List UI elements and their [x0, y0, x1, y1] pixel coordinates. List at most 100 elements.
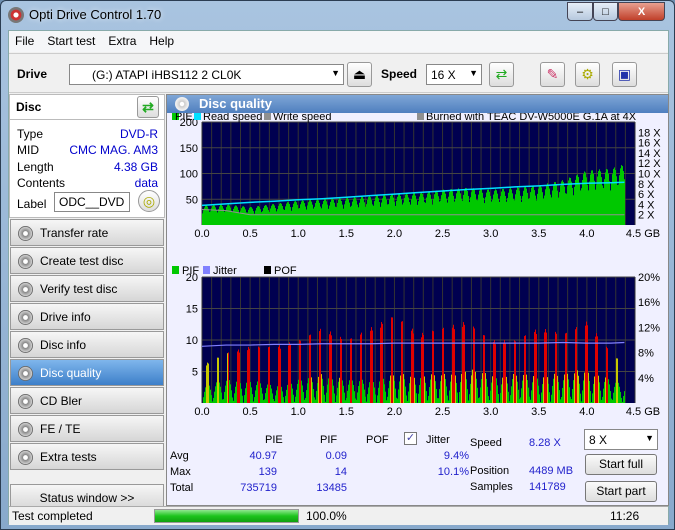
pif-bar	[500, 392, 501, 403]
pif-bar	[378, 387, 379, 403]
pie-bar	[528, 198, 529, 225]
pif-bar	[300, 340, 301, 403]
pie-bar	[254, 213, 255, 225]
pif-bar	[445, 379, 446, 403]
nav-extra-tests[interactable]: Extra tests	[10, 443, 164, 470]
disc-refresh-button[interactable]: ⇄	[137, 96, 159, 118]
pif-bar	[217, 357, 218, 403]
disc-icon	[18, 394, 33, 409]
pif-bar	[565, 333, 566, 403]
pif-bar	[549, 392, 550, 403]
pif-bar	[227, 353, 228, 403]
pif-bar	[391, 317, 392, 403]
pie-bar	[444, 190, 445, 225]
nav-verify-test-disc[interactable]: Verify test disc	[10, 275, 164, 302]
pie-bar	[520, 195, 521, 225]
pif-bar	[531, 390, 532, 403]
pif-bar	[274, 401, 275, 403]
pie-bar	[553, 185, 554, 225]
nav-disc-info[interactable]: Disc info	[10, 331, 164, 358]
pie-bar	[587, 184, 588, 225]
nav-transfer-rate[interactable]: Transfer rate	[10, 219, 164, 246]
pie-bar	[346, 198, 347, 225]
pif-bar	[590, 391, 591, 403]
close-button[interactable]: X	[618, 2, 665, 21]
pif-bar	[464, 324, 465, 403]
pif-bar	[336, 395, 337, 403]
pie-bar	[431, 199, 432, 225]
pie-bar	[389, 199, 390, 225]
pie-bar	[621, 165, 622, 225]
pif-bar	[213, 397, 214, 403]
menu-start-test[interactable]: Start test	[41, 31, 102, 48]
pie-bar	[365, 206, 366, 225]
pie-bar	[404, 197, 405, 225]
pif-bar	[610, 391, 611, 403]
start-full-button[interactable]: Start full	[585, 454, 657, 475]
pie-bar	[406, 193, 407, 225]
pie-bar	[364, 202, 365, 225]
refresh-icon: ⇄	[495, 66, 508, 82]
refresh-button[interactable]: ⇄	[489, 62, 514, 87]
pif-bar	[489, 400, 490, 403]
pif-bar	[352, 380, 353, 403]
pif-bar	[430, 379, 431, 403]
label-input[interactable]: ODC__DVD	[54, 192, 130, 212]
start-part-button[interactable]: Start part	[585, 481, 657, 502]
nav-cd-bler[interactable]: CD Bler	[10, 387, 164, 414]
pif-bar	[232, 397, 233, 403]
pif-bar	[588, 372, 589, 403]
pie-bar	[581, 188, 582, 225]
pif-bar	[325, 401, 326, 403]
nav-drive-info[interactable]: Drive info	[10, 303, 164, 330]
menu-help[interactable]: Help	[143, 31, 181, 48]
pie-bar	[496, 190, 497, 225]
maximize-button[interactable]: □	[593, 2, 618, 21]
erase-button[interactable]: ✎	[540, 62, 565, 87]
nav-create-test-disc[interactable]: Create test disc	[10, 247, 164, 274]
drive-select[interactable]: (G:) ATAPI iHBS112 2 CL0K ▼	[69, 64, 344, 85]
pie-bar	[274, 205, 275, 225]
pif-bar	[618, 382, 619, 403]
pie-bar	[471, 192, 472, 225]
contents-value: data	[134, 176, 158, 190]
nav-label: Disc quality	[40, 366, 102, 380]
pie-bar	[227, 205, 228, 225]
pif-bar	[507, 383, 508, 403]
nav-fe-te[interactable]: FE / TE	[10, 415, 164, 442]
pie-bar	[242, 206, 243, 225]
pif-bar	[579, 383, 580, 403]
eject-button[interactable]: ⏏	[347, 62, 372, 87]
pif-bar	[269, 346, 270, 403]
pif-bar	[594, 376, 595, 403]
pie-bar	[484, 203, 485, 225]
minimize-button[interactable]: –	[567, 2, 593, 21]
pie-bar	[222, 206, 223, 225]
pie-bar	[544, 195, 545, 225]
drive-value: (G:) ATAPI iHBS112 2 CL0K	[92, 68, 242, 82]
settings-button[interactable]: ⚙	[575, 62, 600, 87]
pif-bar	[574, 373, 575, 403]
x-tick-label: 3.5	[531, 406, 546, 418]
speed-select[interactable]: 16 X ▼	[426, 64, 482, 85]
nav-disc-quality[interactable]: Disc quality	[10, 359, 164, 386]
menu-extra[interactable]: Extra	[102, 31, 143, 48]
pie-bar	[248, 209, 249, 225]
pie-bar	[613, 168, 614, 225]
pif-bar	[505, 342, 506, 403]
pie-bar	[530, 192, 531, 225]
pif-bar	[307, 383, 308, 403]
pif-bar	[603, 388, 604, 403]
pie-bar	[615, 170, 616, 225]
label-disc-button[interactable]: ◎	[138, 190, 160, 212]
test-speed-select[interactable]: 8 X ▼	[584, 429, 658, 450]
pie-bar	[283, 209, 284, 225]
pif-bar	[409, 383, 410, 403]
pif-bar	[509, 401, 510, 403]
pif-bar	[211, 395, 212, 403]
save-button[interactable]: ▣	[612, 62, 637, 87]
pie-bar	[545, 189, 546, 225]
pif-bar	[315, 399, 316, 403]
menu-file[interactable]: File	[9, 31, 41, 48]
jitter-checkbox[interactable]: ✓	[404, 432, 417, 445]
